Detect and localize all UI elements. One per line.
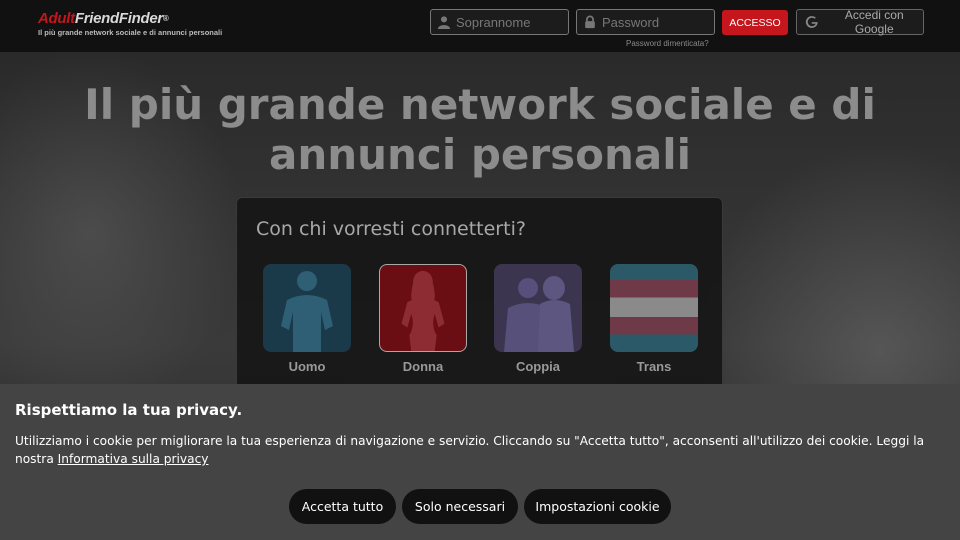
couple-silhouette-icon (504, 276, 574, 352)
password-field[interactable] (576, 9, 715, 35)
woman-silhouette-icon (401, 270, 445, 351)
top-header: AdultFriendFinder® Il più grande network… (0, 0, 960, 52)
nickname-field[interactable] (430, 9, 569, 35)
choice-donna[interactable]: Donna (379, 264, 467, 374)
choice-trans[interactable]: Trans (610, 264, 698, 374)
choice-donna-label: Donna (402, 359, 444, 374)
choice-coppia-label: Coppia (515, 359, 561, 374)
login-button[interactable]: ACCESSO (722, 10, 788, 35)
tile-coppia[interactable] (494, 264, 582, 352)
tile-uomo[interactable] (263, 264, 351, 352)
choice-trans-label: Trans (636, 359, 672, 374)
tile-donna[interactable] (379, 264, 467, 352)
gender-select-panel: Con chi vorresti connetterti? Uomo Donna (236, 197, 723, 397)
logo-registered-mark: ® (162, 14, 169, 23)
tile-trans-flag[interactable] (610, 264, 698, 352)
site-logo[interactable]: AdultFriendFinder® Il più grande network… (38, 10, 223, 38)
accept-all-button[interactable]: Accetta tutto (289, 489, 396, 524)
choice-coppia[interactable]: Coppia (494, 264, 582, 374)
privacy-policy-link[interactable]: Informativa sulla privacy (58, 452, 209, 466)
cookie-settings-button[interactable]: Impostazioni cookie (524, 489, 671, 524)
logo-tagline: Il più grande network sociale e di annun… (38, 28, 223, 37)
logo-rest-text: FriendFinder (74, 10, 163, 27)
google-icon (805, 16, 818, 28)
necessary-only-button[interactable]: Solo necessari (402, 489, 518, 524)
cookie-title: Rispettiamo la tua privacy. (15, 401, 243, 419)
cookie-text: Utilizziamo i cookie per migliorare la t… (15, 432, 945, 468)
google-login-button[interactable]: Accedi con Google (796, 8, 924, 36)
user-icon (437, 16, 451, 29)
man-silhouette-icon (281, 271, 333, 352)
forgot-password-link[interactable]: Password dimenticata? (626, 39, 709, 48)
lock-icon (585, 15, 595, 29)
logo-adult-text: Adult (38, 10, 75, 27)
panel-question: Con chi vorresti connetterti? (256, 218, 526, 240)
nickname-input[interactable] (456, 14, 556, 30)
hero-title: Il più grande network sociale e di annun… (84, 80, 876, 179)
choice-uomo-label: Uomo (288, 359, 326, 374)
google-login-label: Accedi con Google (844, 8, 904, 36)
password-input[interactable] (602, 14, 702, 30)
cookie-banner: Rispettiamo la tua privacy. Utilizziamo … (0, 384, 960, 540)
choice-uomo[interactable]: Uomo (263, 264, 351, 374)
